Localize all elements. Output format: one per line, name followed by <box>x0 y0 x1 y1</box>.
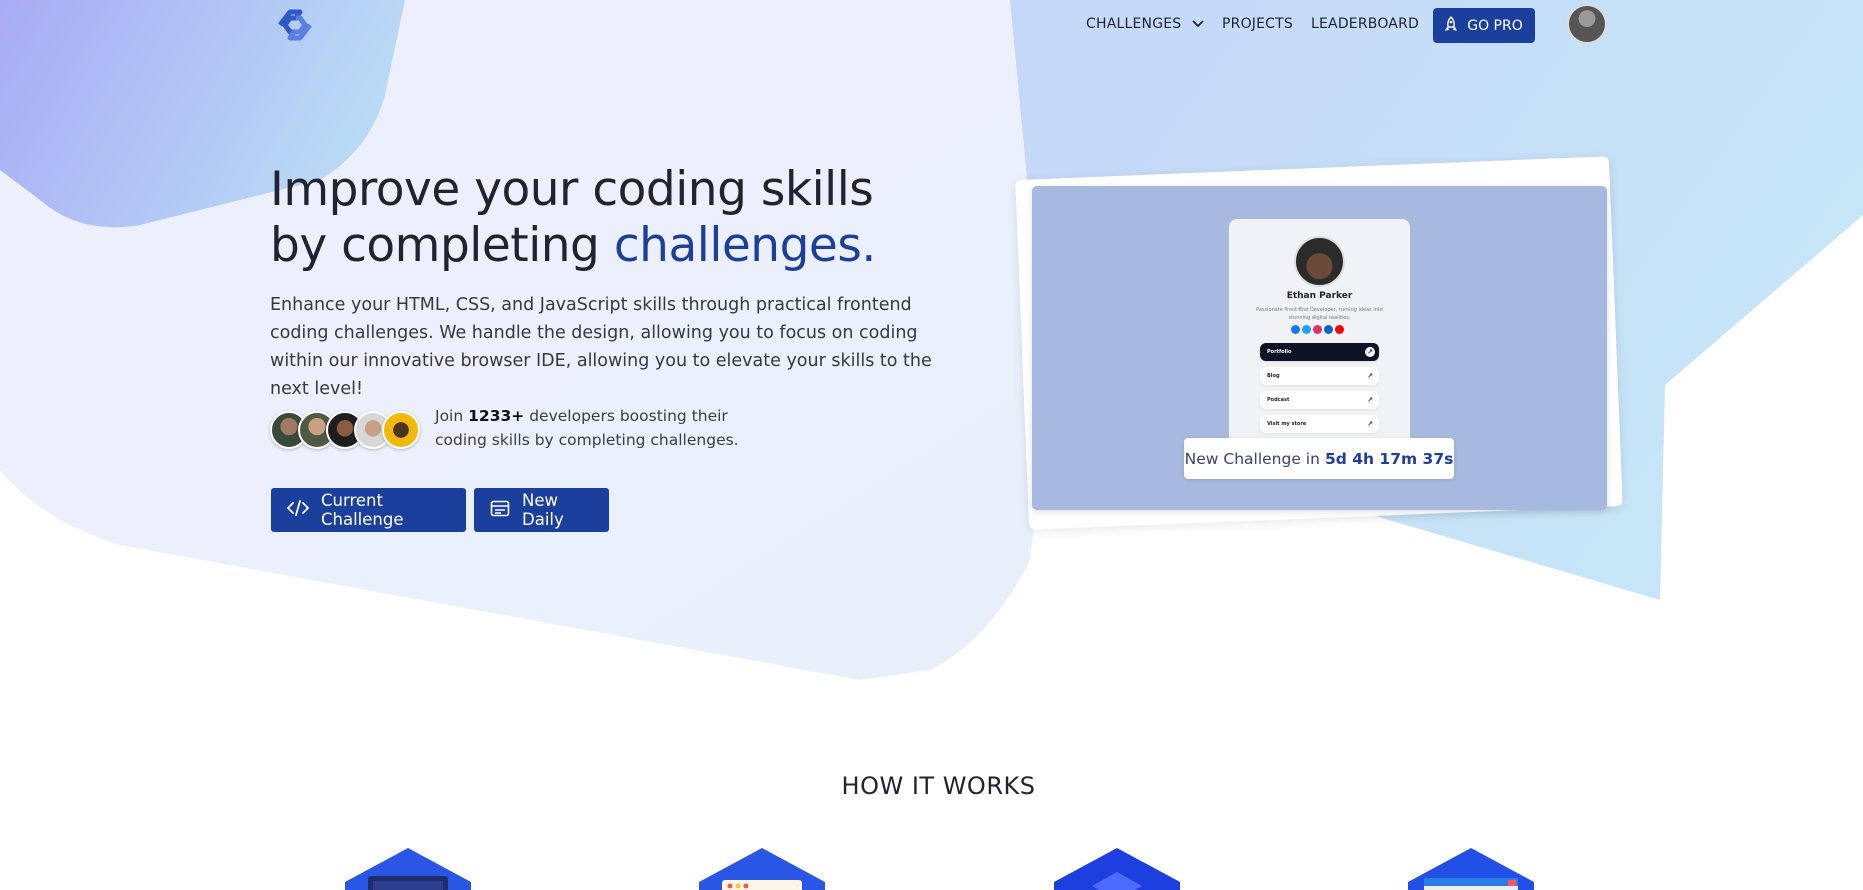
facebook-icon <box>1291 325 1300 334</box>
linkedin-icon <box>1324 325 1333 334</box>
profile-link: Visit my store ↗ <box>1260 415 1379 433</box>
hero-title-accent: challenges. <box>613 218 876 273</box>
profile-link: Portfolio ↗ <box>1260 343 1379 361</box>
nav-projects[interactable]: PROJECTS <box>1222 16 1293 32</box>
social-icons <box>1291 325 1344 334</box>
developer-avatars <box>270 408 430 450</box>
current-challenge-button[interactable]: Current Challenge <box>271 488 466 532</box>
youtube-icon <box>1335 325 1344 334</box>
new-challenge-countdown: New Challenge in 5d 4h 17m 37s <box>1184 438 1454 479</box>
calendar-icon <box>490 499 510 521</box>
developer-avatar <box>382 411 420 449</box>
profile-link-label: Podcast <box>1267 397 1290 403</box>
step-illustration-icon <box>1052 846 1182 890</box>
arrow-up-right-icon: ↗ <box>1365 347 1375 357</box>
step-illustration-icon <box>697 846 827 890</box>
countdown-prefix: New Challenge in <box>1184 449 1320 468</box>
countdown-value: 5d 4h 17m 37s <box>1324 449 1454 468</box>
profile-link: Podcast ↗ <box>1260 391 1379 409</box>
profile-link-label: Blog <box>1267 373 1280 379</box>
join-suffix: developers boosting their <box>524 407 728 425</box>
join-count: 1233+ <box>468 407 525 425</box>
join-line2: coding skills by completing challenges. <box>435 431 739 449</box>
new-daily-button[interactable]: New Daily <box>474 488 609 532</box>
profile-name: Ethan Parker <box>1286 291 1353 301</box>
go-pro-label: GO PRO <box>1467 17 1523 34</box>
nav-leaderboard[interactable]: LEADERBOARD <box>1311 16 1419 32</box>
join-text: Join 1233+ developers boosting their cod… <box>435 404 755 452</box>
step-illustration-icon <box>343 846 473 890</box>
nav-challenges[interactable]: CHALLENGES <box>1086 16 1204 32</box>
join-prefix: Join <box>435 407 469 425</box>
profile-link: Blog ↗ <box>1260 367 1379 385</box>
top-navigation: CHALLENGES PROJECTS LEADERBOARD GO PRO <box>0 4 1863 48</box>
arrow-up-right-icon: ↗ <box>1367 396 1373 404</box>
hero-description: Enhance your HTML, CSS, and JavaScript s… <box>270 295 932 399</box>
profile-preview: Ethan Parker Passionate Front-End Develo… <box>1229 219 1410 449</box>
profile-bio: Passionate Front-End Developer, turning … <box>1256 307 1383 321</box>
arrow-up-right-icon: ↗ <box>1367 420 1373 428</box>
challenge-preview-card[interactable]: Ethan Parker Passionate Front-End Develo… <box>1032 186 1607 510</box>
twitter-icon <box>1302 325 1311 334</box>
hero-title-line2-prefix: by completing <box>270 218 614 273</box>
arrow-up-right-icon: ↗ <box>1367 372 1373 380</box>
code-icon <box>287 500 309 520</box>
new-daily-label: New Daily <box>522 491 564 529</box>
rocket-icon <box>1445 15 1457 36</box>
user-avatar[interactable] <box>1567 4 1607 44</box>
join-developers: Join 1233+ developers boosting their cod… <box>270 404 739 454</box>
instagram-icon <box>1313 325 1322 334</box>
hero-title-line1: Improve your coding skills <box>270 162 874 217</box>
profile-link-label: Visit my store <box>1267 421 1307 427</box>
current-challenge-label: Current Challenge <box>321 491 404 529</box>
go-pro-button[interactable]: GO PRO <box>1433 8 1535 43</box>
profile-link-label: Portfolio <box>1267 349 1292 355</box>
step-illustration-icon <box>1406 846 1536 890</box>
hero-title: Improve your coding skills by completing… <box>270 162 876 274</box>
chevron-down-icon <box>1192 16 1204 32</box>
nav-challenges-label: CHALLENGES <box>1086 16 1182 32</box>
profile-avatar <box>1294 236 1345 287</box>
how-it-works-title: HOW IT WORKS <box>841 772 1036 800</box>
